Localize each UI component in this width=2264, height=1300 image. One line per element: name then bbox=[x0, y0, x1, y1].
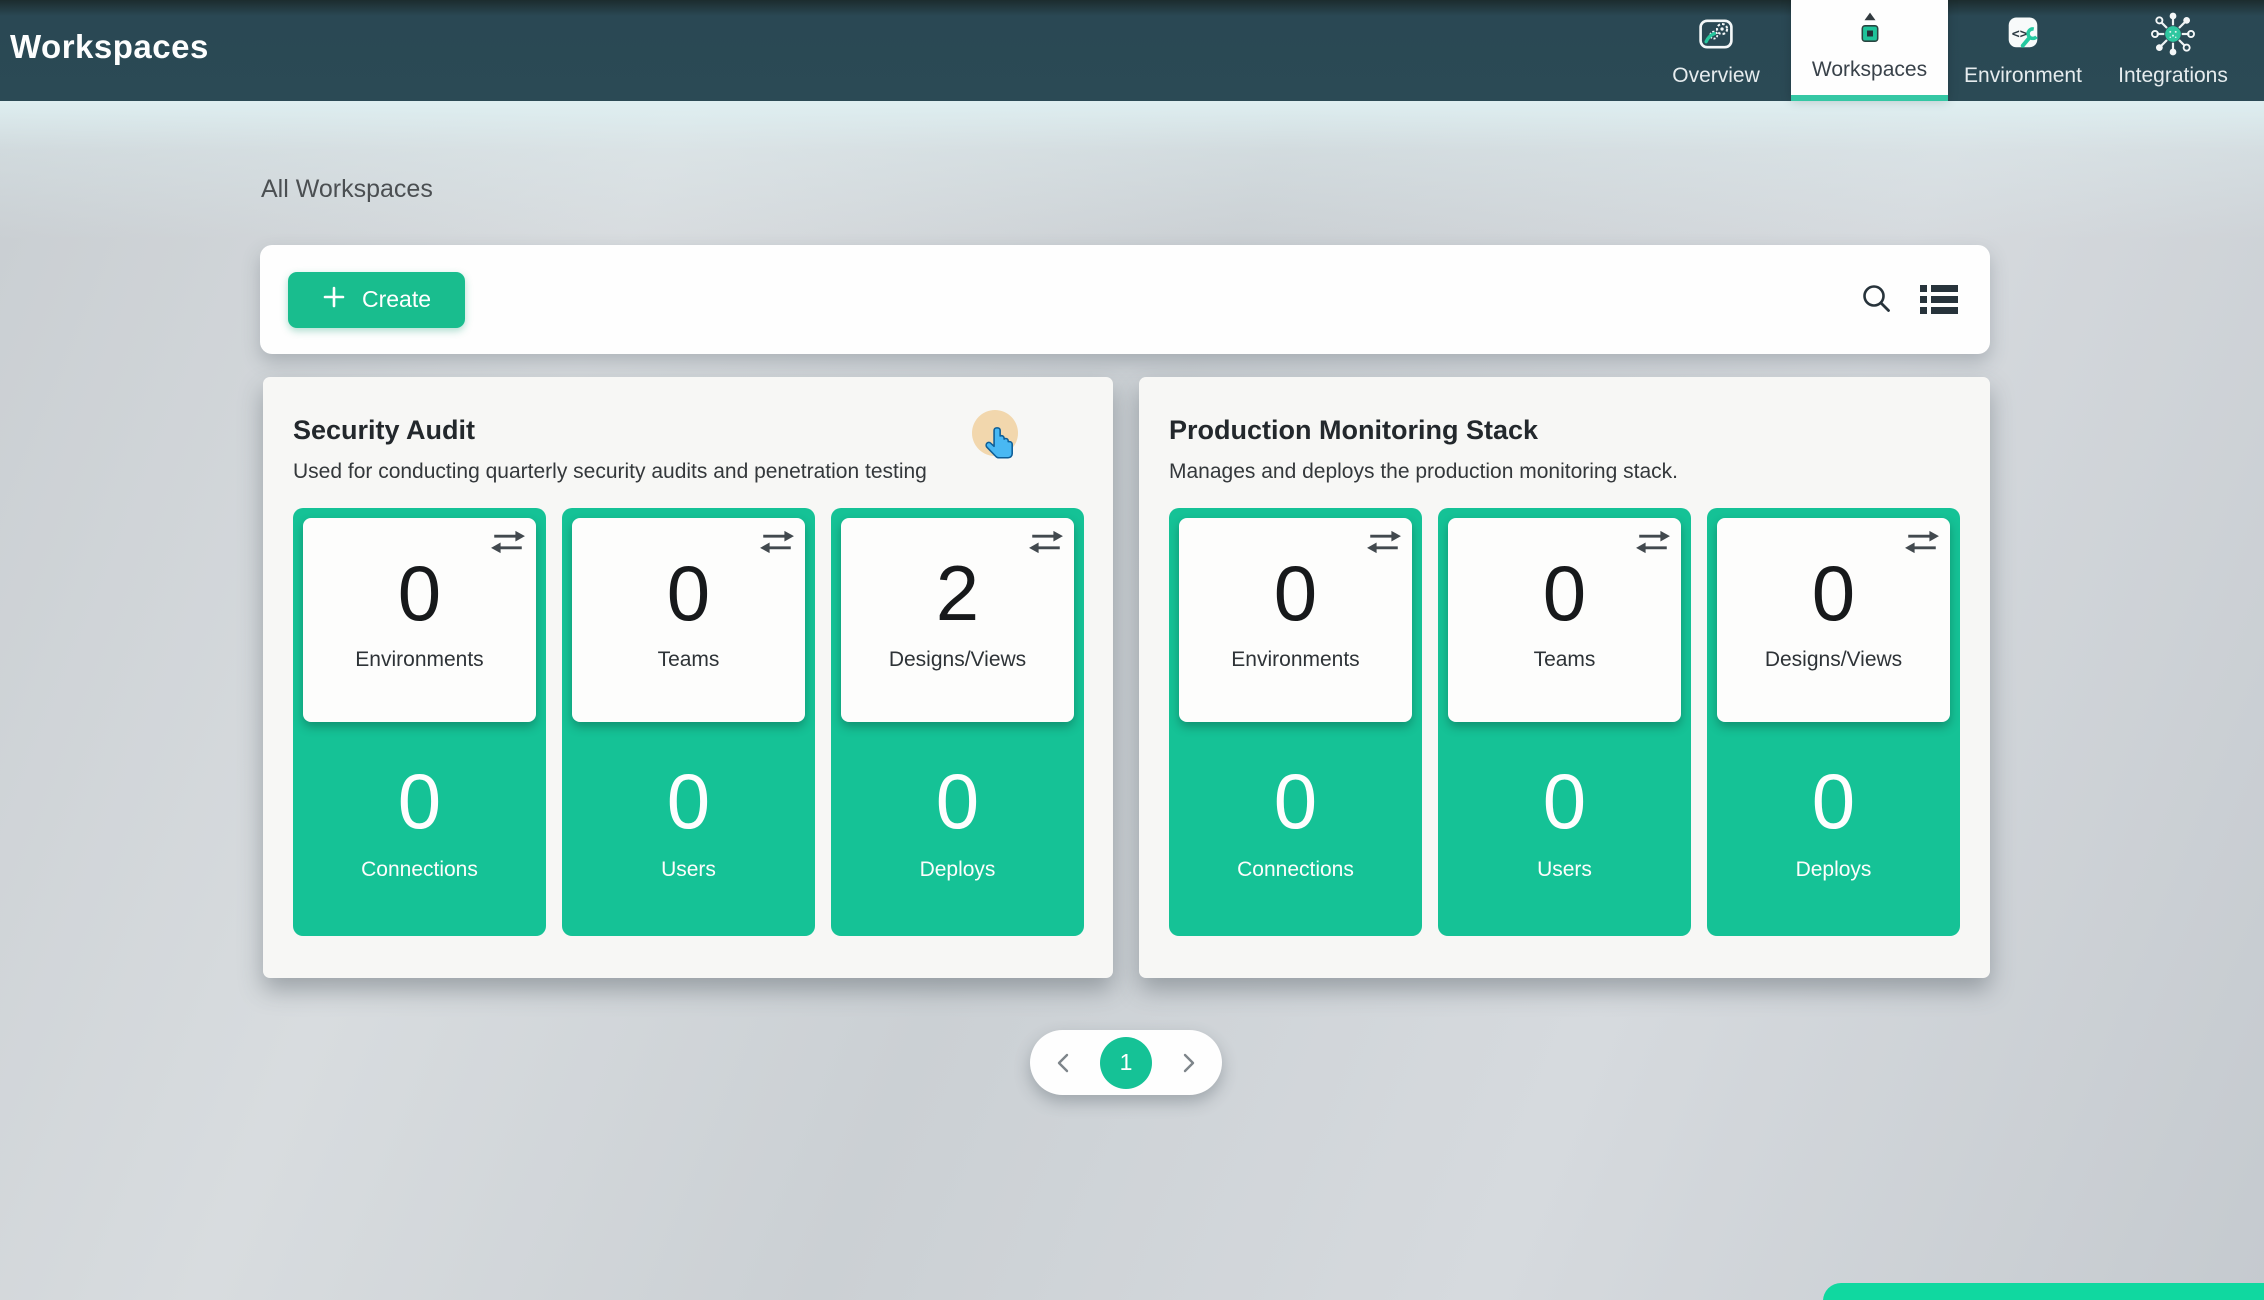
tab-overview[interactable]: Overview bbox=[1641, 0, 1791, 101]
overview-icon bbox=[1694, 10, 1738, 58]
stat-value: 0 bbox=[1448, 554, 1681, 632]
stat-tiles: 0 Environments 0 Connections 0 bbox=[1169, 508, 1960, 936]
stat-tile-designs[interactable]: 2 Designs/Views 0 Deploys bbox=[831, 508, 1084, 936]
stat-label: Designs/Views bbox=[1717, 648, 1950, 672]
swap-arrows-icon[interactable] bbox=[1904, 528, 1940, 561]
tab-workspaces[interactable]: Workspaces bbox=[1791, 0, 1948, 101]
stat-value: 0 bbox=[572, 554, 805, 632]
tab-integrations-label: Integrations bbox=[2118, 64, 2228, 88]
stat-value: 0 bbox=[293, 762, 546, 840]
stat-tile-teams[interactable]: 0 Teams 0 Users bbox=[1438, 508, 1691, 936]
prev-page-button[interactable] bbox=[1052, 1050, 1078, 1076]
workspace-title: Production Monitoring Stack bbox=[1169, 415, 1960, 446]
swap-arrows-icon[interactable] bbox=[1028, 528, 1064, 561]
notification-toast[interactable] bbox=[1823, 1283, 2264, 1300]
workspaces-icon bbox=[1848, 4, 1892, 52]
stat-tile-top: 0 Environments bbox=[1179, 518, 1412, 722]
stat-value: 0 bbox=[1169, 762, 1422, 840]
plus-icon bbox=[322, 285, 346, 315]
page-title: All Workspaces bbox=[261, 175, 433, 204]
stat-label: Designs/Views bbox=[841, 648, 1074, 672]
workspaces-toolbar: Create bbox=[260, 245, 1990, 354]
stat-label: Connections bbox=[293, 858, 546, 882]
tab-integrations[interactable]: Integrations bbox=[2098, 0, 2248, 101]
swap-arrows-icon[interactable] bbox=[759, 528, 795, 561]
environment-icon: <> bbox=[2001, 10, 2045, 58]
main-nav: Overview Workspaces <> bbox=[1641, 0, 2248, 101]
stat-label: Deploys bbox=[831, 858, 1084, 882]
workspace-description: Used for conducting quarterly security a… bbox=[293, 460, 1083, 484]
stat-label: Teams bbox=[572, 648, 805, 672]
create-workspace-button[interactable]: Create bbox=[288, 272, 465, 328]
stat-label: Connections bbox=[1169, 858, 1422, 882]
search-icon[interactable] bbox=[1854, 277, 1900, 323]
swap-arrows-icon[interactable] bbox=[1635, 528, 1671, 561]
stat-value: 0 bbox=[1179, 554, 1412, 632]
stat-value: 0 bbox=[1438, 762, 1691, 840]
stat-tile-top: 2 Designs/Views bbox=[841, 518, 1074, 722]
list-view-icon[interactable] bbox=[1916, 277, 1962, 323]
stat-tile-top: 0 Teams bbox=[572, 518, 805, 722]
stat-value: 0 bbox=[303, 554, 536, 632]
stat-tile-environments[interactable]: 0 Environments 0 Connections bbox=[1169, 508, 1422, 936]
workspace-description: Manages and deploys the production monit… bbox=[1169, 460, 1960, 484]
app-header: Workspaces Overview bbox=[0, 0, 2264, 101]
swap-arrows-icon[interactable] bbox=[490, 528, 526, 561]
create-button-label: Create bbox=[362, 286, 431, 313]
workspace-card-production-monitoring[interactable]: Production Monitoring Stack Manages and … bbox=[1139, 377, 1990, 978]
workspace-title: Security Audit bbox=[293, 415, 1083, 446]
tab-workspaces-label: Workspaces bbox=[1812, 58, 1927, 82]
stat-tile-bottom: 0 Connections bbox=[293, 722, 546, 936]
tab-overview-label: Overview bbox=[1672, 64, 1760, 88]
stat-tile-teams[interactable]: 0 Teams 0 Users bbox=[562, 508, 815, 936]
app-title: Workspaces bbox=[10, 28, 209, 66]
stat-tile-bottom: 0 Users bbox=[1438, 722, 1691, 936]
stat-value: 0 bbox=[562, 762, 815, 840]
stat-value: 0 bbox=[1707, 762, 1960, 840]
stat-tile-top: 0 Teams bbox=[1448, 518, 1681, 722]
workspace-card-security-audit[interactable]: Security Audit Used for conducting quart… bbox=[263, 377, 1113, 978]
stat-label: Deploys bbox=[1707, 858, 1960, 882]
stat-label: Users bbox=[1438, 858, 1691, 882]
stat-tile-bottom: 0 Deploys bbox=[831, 722, 1084, 936]
stat-tile-bottom: 0 Connections bbox=[1169, 722, 1422, 936]
pagination: 1 bbox=[1030, 1030, 1222, 1095]
stat-tile-bottom: 0 Users bbox=[562, 722, 815, 936]
workspaces-page: Workspaces Overview bbox=[0, 0, 2264, 1300]
stat-label: Users bbox=[562, 858, 815, 882]
next-page-button[interactable] bbox=[1174, 1050, 1200, 1076]
integrations-icon bbox=[2149, 10, 2197, 58]
stat-tile-bottom: 0 Deploys bbox=[1707, 722, 1960, 936]
stat-tile-designs[interactable]: 0 Designs/Views 0 Deploys bbox=[1707, 508, 1960, 936]
swap-arrows-icon[interactable] bbox=[1366, 528, 1402, 561]
stat-label: Environments bbox=[1179, 648, 1412, 672]
page-number-button[interactable]: 1 bbox=[1100, 1037, 1152, 1089]
stat-tile-environments[interactable]: 0 Environments 0 Connections bbox=[293, 508, 546, 936]
stat-tiles: 0 Environments 0 Connections 0 bbox=[293, 508, 1084, 936]
tab-environment-label: Environment bbox=[1964, 64, 2082, 88]
stat-value: 0 bbox=[1717, 554, 1950, 632]
stat-tile-top: 0 Environments bbox=[303, 518, 536, 722]
tab-environment[interactable]: <> Environment bbox=[1948, 0, 2098, 101]
stat-value: 2 bbox=[841, 554, 1074, 632]
stat-tile-top: 0 Designs/Views bbox=[1717, 518, 1950, 722]
stat-label: Environments bbox=[303, 648, 536, 672]
stat-value: 0 bbox=[831, 762, 1084, 840]
stat-label: Teams bbox=[1448, 648, 1681, 672]
